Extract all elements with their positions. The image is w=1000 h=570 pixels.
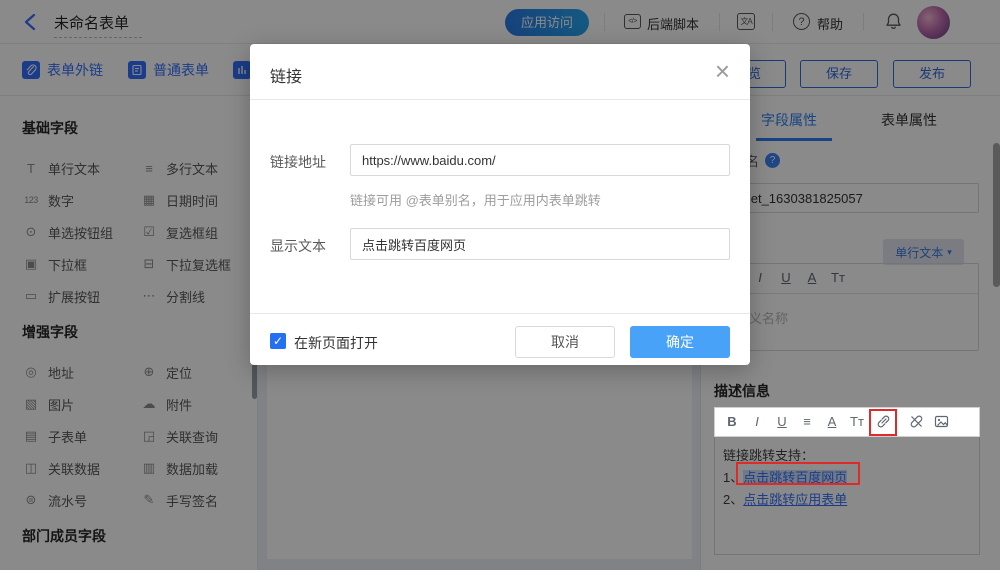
url-label: 链接地址	[270, 152, 326, 172]
insert-link-icon[interactable]	[875, 413, 893, 430]
link-dialog-header: 链接 ×	[250, 44, 750, 100]
form-builder-app: 未命名表单 应用访问 </> 后端脚本 文A ? 帮助 表单外链	[0, 0, 1000, 570]
bold-icon[interactable]: B	[723, 414, 741, 429]
description-toolbar: B I U ≡ A Tт	[714, 407, 980, 437]
font-size-icon[interactable]: Tт	[848, 414, 866, 429]
display-text-input[interactable]	[350, 228, 730, 260]
dialog-title: 链接	[270, 63, 302, 87]
remove-link-icon[interactable]	[908, 413, 926, 430]
url-hint: 链接可用 @表单别名，用于应用内表单跳转	[350, 190, 601, 209]
open-new-page-checkbox[interactable]: ✓	[270, 333, 286, 349]
close-icon[interactable]: ×	[715, 57, 730, 85]
font-color-icon[interactable]: A	[823, 414, 841, 429]
open-new-page-label: 在新页面打开	[294, 333, 378, 353]
link-dialog: 链接 × 链接地址 链接可用 @表单别名，用于应用内表单跳转 显示文本 ✓ 在新…	[250, 44, 750, 365]
display-text-label: 显示文本	[270, 236, 326, 256]
italic-icon[interactable]: I	[748, 414, 766, 429]
underline-icon[interactable]: U	[773, 414, 791, 429]
url-input[interactable]	[350, 144, 730, 176]
link-dialog-footer: ✓ 在新页面打开 取消 确定	[250, 313, 750, 365]
cancel-button[interactable]: 取消	[515, 326, 615, 358]
confirm-button[interactable]: 确定	[630, 326, 730, 358]
align-icon[interactable]: ≡	[798, 414, 816, 429]
insert-image-icon[interactable]	[933, 413, 951, 430]
